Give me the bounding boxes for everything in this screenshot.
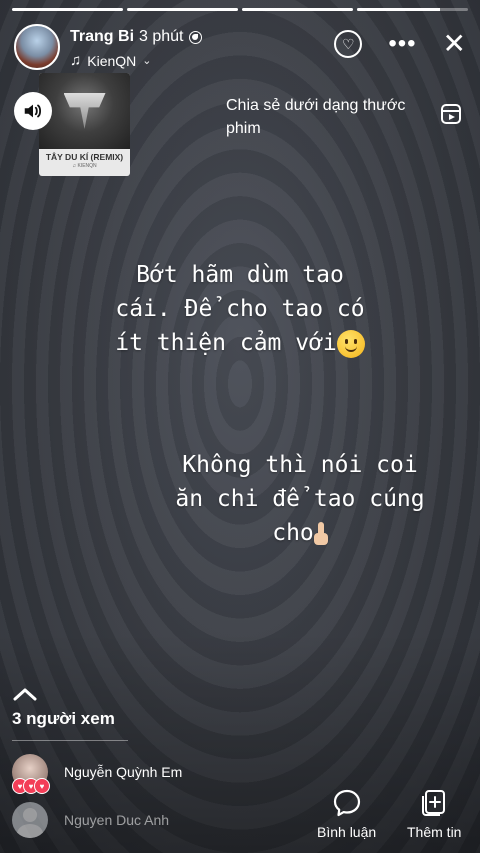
chevron-down-icon: ⌄	[142, 55, 152, 67]
progress-fill	[242, 8, 353, 11]
caption-text-1: Bớt hãm dùm tao cái. Để cho tao có ít th…	[60, 258, 420, 360]
heart-reaction-icon: ♥	[34, 778, 50, 794]
story-progress-bar	[12, 8, 468, 11]
user-info-row: Trang Bi 3 phút	[70, 28, 202, 46]
progress-segment	[127, 8, 238, 11]
progress-segment	[357, 8, 468, 11]
viewer-item[interactable]: ♥ ♥ ♥ Nguyễn Quỳnh Em	[12, 752, 183, 794]
progress-segment	[242, 8, 353, 11]
story-header: Trang Bi 3 phút ♫ KienQN ⌄ ♡ ••• ✕	[14, 24, 466, 74]
viewers-divider	[12, 740, 128, 741]
reel-icon[interactable]	[441, 104, 461, 124]
album-title: TÂY DU KÍ (REMIX)	[45, 152, 124, 162]
add-story-label: Thêm tin	[407, 824, 462, 840]
progress-fill	[357, 8, 441, 11]
share-as-reel-label[interactable]: Chia sẻ dưới dạng thước phim	[226, 94, 432, 140]
close-icon[interactable]: ✕	[443, 30, 466, 58]
profile-avatar[interactable]	[14, 24, 60, 70]
more-icon[interactable]: •••	[388, 32, 416, 56]
header-actions: ♡ ••• ✕	[334, 30, 466, 58]
album-artist: ♫ KIENQN	[72, 163, 97, 169]
album-art	[39, 73, 130, 149]
comment-icon	[333, 789, 360, 817]
music-note-icon: ♫	[70, 52, 82, 69]
caption-1-text: Bớt hãm dùm tao cái. Để cho tao có ít th…	[115, 262, 365, 356]
add-story-icon	[422, 790, 446, 816]
viewer-name: Nguyen Duc Anh	[64, 812, 170, 828]
progress-segment	[12, 8, 123, 11]
viewer-item[interactable]: Nguyen Duc Anh	[12, 800, 169, 840]
globe-icon	[188, 30, 202, 44]
viewer-avatar	[12, 802, 48, 838]
caption-2-text: Không thì nói coi ăn chi để tao cúng cho	[175, 452, 425, 546]
post-time: 3 phút	[139, 28, 184, 45]
progress-fill	[127, 8, 238, 11]
viewer-count[interactable]: 3 người xem	[12, 709, 115, 729]
chevron-up-icon[interactable]	[12, 681, 38, 707]
middle-finger-emoji-icon	[313, 521, 328, 546]
music-artist: KienQN	[87, 52, 137, 69]
viewer-name: Nguyễn Quỳnh Em	[64, 764, 183, 780]
progress-fill	[12, 8, 123, 11]
heart-icon[interactable]: ♡	[334, 30, 363, 58]
music-album-cover[interactable]: TÂY DU KÍ (REMIX) ♫ KIENQN	[39, 73, 130, 176]
music-row[interactable]: ♫ KienQN ⌄	[70, 52, 152, 69]
comment-label: Bình luận	[317, 824, 377, 840]
add-story-button[interactable]: Thêm tin	[407, 788, 461, 840]
caption-text-2: Không thì nói coi ăn chi để tao cúng cho	[150, 448, 450, 550]
album-logo	[64, 93, 106, 129]
reactions: ♥ ♥ ♥	[12, 778, 50, 794]
username[interactable]: Trang Bi	[70, 28, 134, 46]
comment-button[interactable]: Bình luận	[317, 788, 376, 840]
speaker-icon[interactable]	[14, 92, 52, 130]
viewer-avatar: ♥ ♥ ♥	[12, 754, 50, 794]
smile-emoji-icon	[336, 329, 365, 358]
